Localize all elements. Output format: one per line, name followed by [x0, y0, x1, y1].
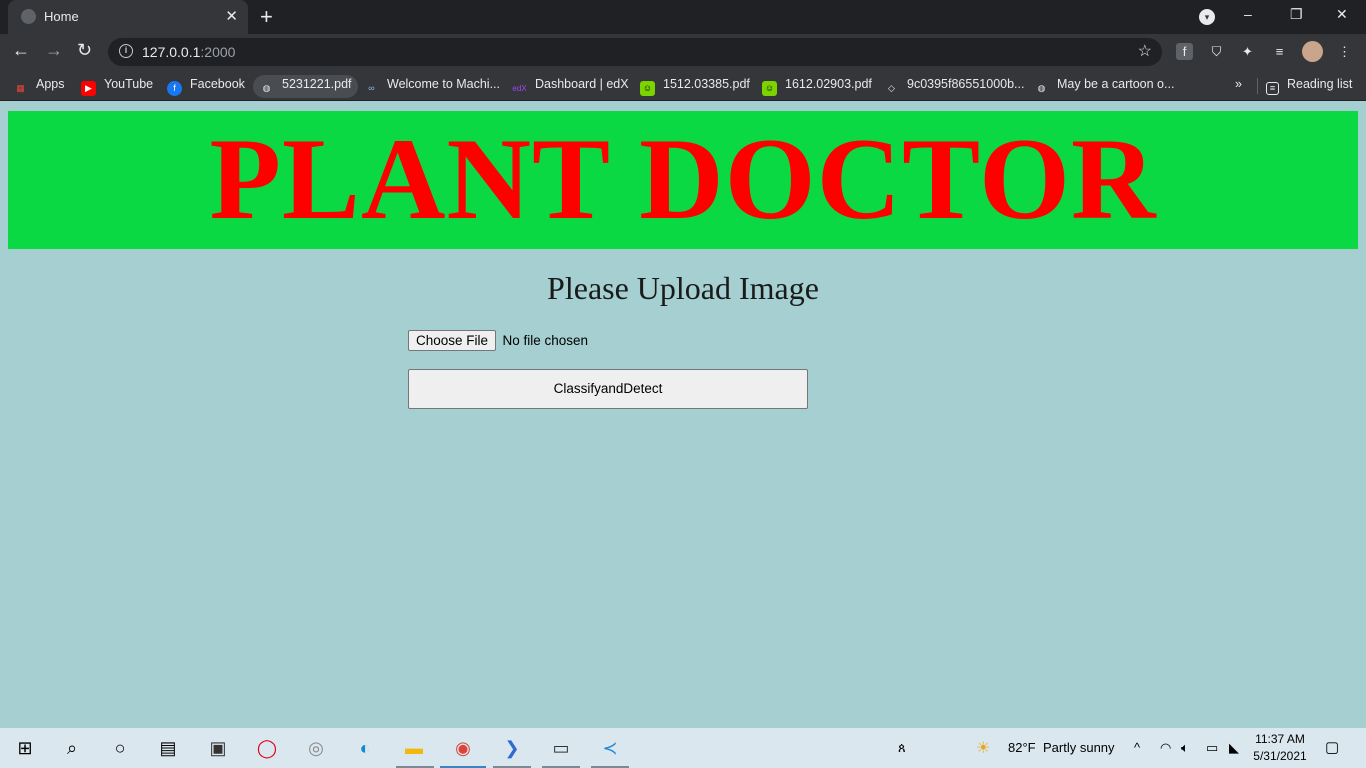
- weather-temp[interactable]: 82°F: [1008, 740, 1036, 755]
- windows-taskbar: ⊞ ⌕ ○ ▤ ▣ ◯ ◎ ◐ ▬ ◉ ❯ ▭ ≺ ጰ ☀ 82°F Partl…: [0, 728, 1366, 768]
- tab-home[interactable]: Home ✕: [8, 0, 248, 34]
- bookmark-1512-pdf[interactable]: ☺ 1512.03385.pdf: [640, 77, 750, 96]
- apps-grid-icon: ▦: [16, 83, 25, 93]
- globe-icon: ◍: [262, 83, 271, 93]
- choose-file-button[interactable]: Choose File: [408, 330, 497, 351]
- file-input[interactable]: Choose File No file chosen: [408, 330, 588, 351]
- menu-kebab-icon[interactable]: ⋮: [1336, 43, 1353, 60]
- powershell-icon[interactable]: ❯: [500, 736, 524, 760]
- extensions-puzzle-icon[interactable]: ✦: [1239, 43, 1256, 60]
- upload-heading: Please Upload Image: [547, 270, 819, 306]
- file-status-text: No file chosen: [502, 333, 589, 348]
- bookmark-1612-pdf[interactable]: ☺ 1612.02903.pdf: [762, 77, 872, 96]
- people-icon[interactable]: ጰ: [898, 740, 906, 756]
- page-content: PLANT DOCTOR Please Upload Image Choose …: [0, 102, 1366, 727]
- new-tab-button[interactable]: +: [260, 4, 273, 30]
- bookmark-cartoon[interactable]: ◍ May be a cartoon o...: [1034, 77, 1175, 96]
- smiley-icon: ☺: [640, 81, 655, 96]
- coursera-icon: ∞: [368, 83, 375, 93]
- tab-search-icon[interactable]: ▾: [1199, 9, 1215, 25]
- address-bar[interactable]: i 127.0.0.1:2000 ☆: [108, 38, 1162, 66]
- url-text[interactable]: 127.0.0.1:2000: [142, 44, 235, 60]
- chrome-icon[interactable]: ◉: [451, 736, 475, 760]
- bookmarks-overflow-button[interactable]: »: [1235, 77, 1242, 91]
- bookmarks-bar: ▦ Apps ▶ YouTube f Facebook ◍ 5231221.pdf ∞ W…: [0, 70, 1366, 101]
- forward-icon[interactable]: →: [45, 40, 63, 61]
- bookmarks-divider: [1257, 78, 1258, 94]
- tray-chevron-up-icon[interactable]: ^: [1134, 740, 1140, 755]
- opera-icon[interactable]: ◯: [255, 736, 279, 760]
- opera-gx-icon[interactable]: ◎: [304, 736, 328, 760]
- bookmark-youtube[interactable]: ▶ YouTube: [81, 77, 153, 96]
- wifi-icon[interactable]: ◠: [1160, 740, 1171, 756]
- shield-extension-icon[interactable]: ⛉: [1208, 43, 1225, 60]
- notifications-icon[interactable]: ▢: [1325, 738, 1339, 756]
- store-icon[interactable]: ▣: [206, 736, 230, 760]
- reload-icon[interactable]: ↻: [77, 40, 92, 61]
- clock-time: 11:37 AM: [1255, 732, 1305, 746]
- vscode-icon[interactable]: ≺: [598, 736, 622, 760]
- smiley-icon: ☺: [762, 81, 777, 96]
- bookmark-facebook[interactable]: f Facebook: [167, 77, 245, 96]
- back-icon[interactable]: ←: [12, 40, 30, 61]
- volume-icon[interactable]: 🔈︎: [1181, 740, 1189, 756]
- cortana-icon[interactable]: ○: [108, 736, 132, 760]
- minimize-button[interactable]: –: [1244, 6, 1252, 22]
- profile-avatar[interactable]: [1302, 41, 1323, 62]
- youtube-icon: ▶: [81, 81, 96, 96]
- site-info-icon[interactable]: i: [119, 44, 133, 58]
- reading-list-icon: ≡: [1266, 82, 1279, 95]
- diamond-icon: ◇: [888, 83, 895, 93]
- file-explorer-icon[interactable]: ▬: [402, 736, 426, 760]
- windows-start-icon[interactable]: ⊞: [13, 736, 37, 760]
- clock-date: 5/31/2021: [1253, 749, 1307, 763]
- bookmark-apps[interactable]: ▦ Apps: [13, 77, 64, 96]
- globe-icon: [21, 9, 36, 24]
- weather-text[interactable]: Partly sunny: [1043, 740, 1115, 755]
- battery-icon[interactable]: ▭: [1206, 740, 1218, 756]
- facebook-extension-icon[interactable]: f: [1176, 43, 1193, 60]
- bookmark-9c0395[interactable]: ◇ 9c0395f86551000b...: [884, 77, 1024, 96]
- search-icon[interactable]: ⌕: [60, 736, 84, 760]
- media-control-icon[interactable]: ≡: [1271, 43, 1288, 60]
- system-clock[interactable]: 11:37 AM 5/31/2021: [1252, 731, 1308, 765]
- reading-list-button[interactable]: ≡ Reading list: [1266, 77, 1352, 95]
- tab-close-icon[interactable]: ✕: [225, 7, 238, 25]
- weather-sun-cloud-icon[interactable]: ☀: [976, 738, 990, 758]
- globe-icon: ◍: [1037, 83, 1046, 93]
- bookmark-5231221-pdf[interactable]: ◍ 5231221.pdf: [253, 75, 358, 98]
- title-banner: PLANT DOCTOR: [8, 111, 1358, 249]
- bookmark-edx-dashboard[interactable]: edX Dashboard | edX: [512, 77, 628, 96]
- bookmark-star-icon[interactable]: ☆: [1138, 41, 1152, 61]
- network-status-icon[interactable]: ◣: [1229, 740, 1239, 756]
- edge-icon[interactable]: ◐: [353, 736, 377, 760]
- facebook-icon: f: [167, 81, 182, 96]
- task-view-icon[interactable]: ▤: [156, 736, 180, 760]
- edx-icon: edX: [512, 84, 527, 93]
- restore-button[interactable]: ❐: [1290, 6, 1303, 23]
- tab-title: Home: [44, 9, 79, 24]
- terminal-icon[interactable]: ▭: [549, 736, 573, 760]
- browser-toolbar: ← → ↻ i 127.0.0.1:2000 ☆ f ⛉ ✦ ≡ ⋮: [0, 34, 1366, 70]
- classify-detect-button[interactable]: ClassifyandDetect: [408, 369, 808, 409]
- page-title: PLANT DOCTOR: [209, 115, 1157, 244]
- tab-strip: Home ✕ + ▾ – ❐ ✕: [0, 0, 1366, 34]
- close-window-button[interactable]: ✕: [1336, 6, 1348, 23]
- bookmark-welcome-machine[interactable]: ∞ Welcome to Machi...: [364, 77, 500, 96]
